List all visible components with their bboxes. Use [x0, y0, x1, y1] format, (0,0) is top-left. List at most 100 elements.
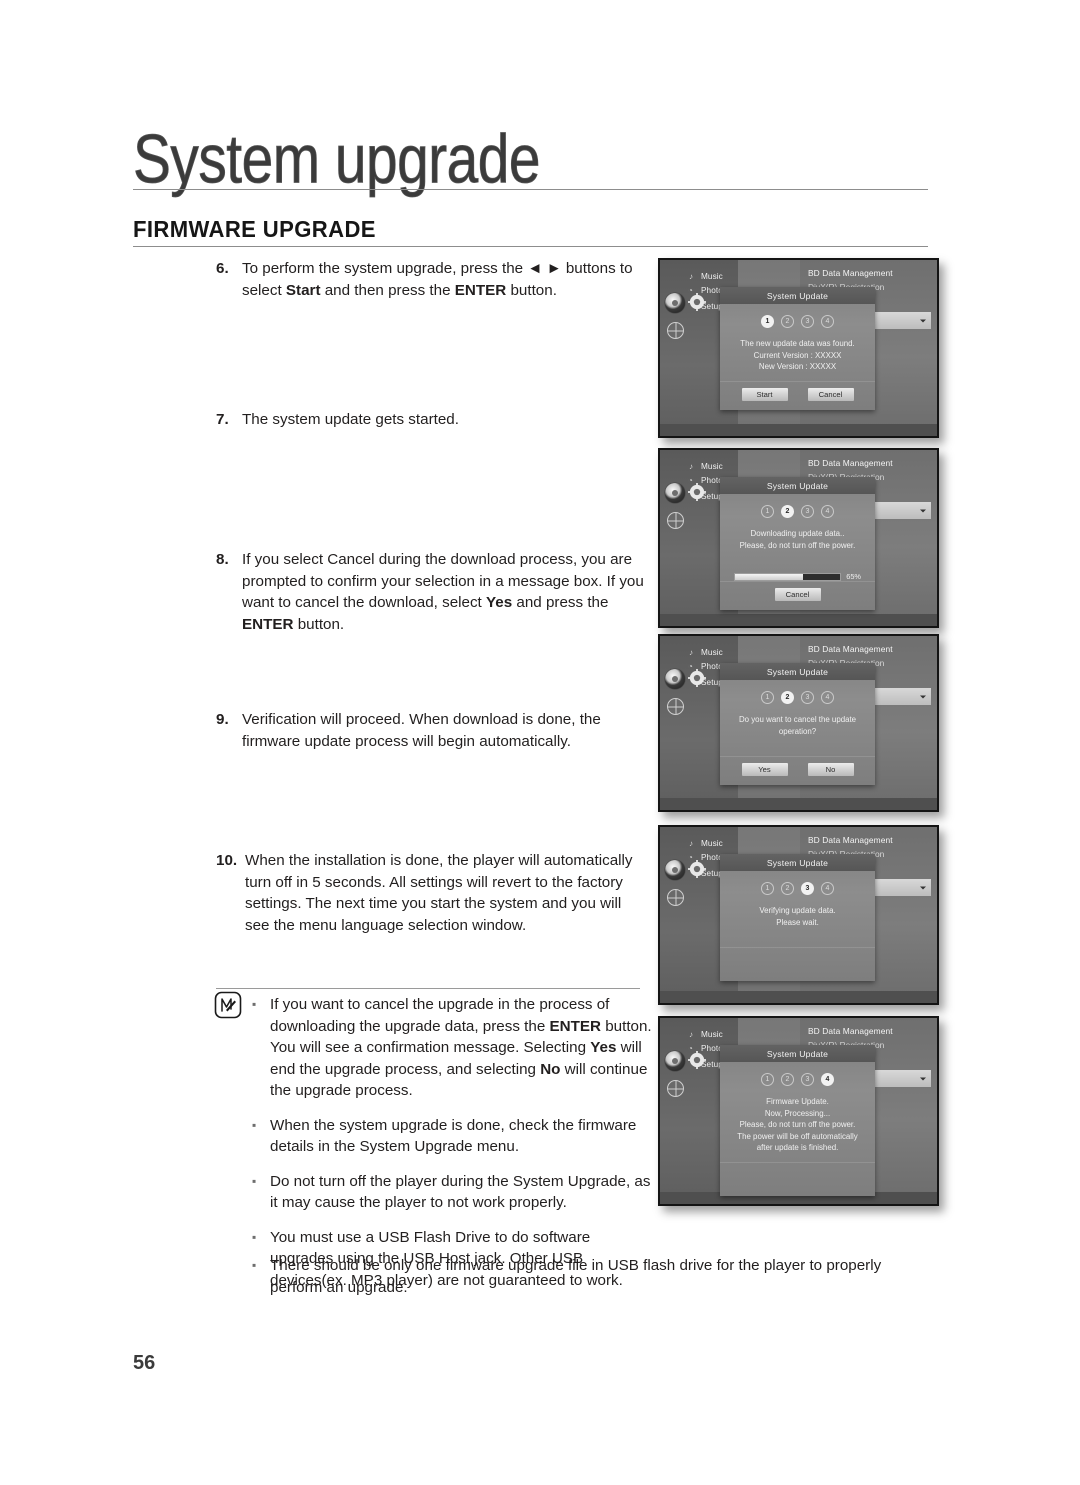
step-dot-1: 1: [761, 315, 774, 328]
system-update-dialog: System Update 1 2 3 4 Downloading update data…: [720, 477, 875, 610]
panel-item-bd-data-management[interactable]: BD Data Management: [808, 268, 893, 278]
globe-icon[interactable]: [667, 1080, 684, 1097]
start-button[interactable]: Start: [741, 387, 788, 401]
tv-bottom-strip: [660, 614, 937, 626]
music-note-icon: ♪: [689, 648, 693, 657]
note-item: ▪ Do not turn off the player during the S…: [252, 1171, 652, 1214]
dialog-buttons: Yes No: [720, 756, 875, 785]
cancel-button[interactable]: Cancel: [774, 588, 821, 601]
disc-icon[interactable]: [665, 860, 685, 880]
disc-icon[interactable]: [665, 483, 685, 503]
download-progress: 65%: [720, 570, 875, 581]
step-dot-3: 3: [801, 691, 814, 704]
gear-icon[interactable]: [688, 1051, 706, 1069]
dialog-buttons: Start Cancel: [720, 380, 875, 410]
no-button[interactable]: No: [807, 763, 854, 776]
screenshot-system-update-found: MusicPhotoSetup♪◔BD Data ManagementDivX(…: [658, 258, 939, 438]
gear-icon[interactable]: [688, 483, 706, 501]
page-number: 56: [133, 1352, 156, 1374]
tv-bottom-strip: [660, 424, 937, 436]
music-note-icon: ♪: [689, 1030, 693, 1039]
bullet-icon: ▪: [252, 1258, 257, 1272]
step-text: The system update gets started.: [242, 411, 459, 428]
yes-button[interactable]: Yes: [741, 763, 788, 776]
step-number: 7.: [216, 411, 229, 428]
progress-bar-track: [734, 572, 842, 581]
memo-note-icon: [213, 990, 243, 1020]
title-divider: [133, 189, 928, 190]
step-number: 6.: [216, 260, 229, 277]
section-heading: FIRMWARE UPGRADE: [133, 216, 376, 242]
step-text: When the installation is done, the playe…: [245, 852, 633, 934]
step-dot-3: 3: [801, 315, 814, 328]
globe-icon[interactable]: [667, 698, 684, 715]
step-dot-3: 3: [801, 882, 814, 895]
globe-icon[interactable]: [667, 889, 684, 906]
disc-icon[interactable]: [665, 1051, 685, 1071]
dialog-title: System Update: [720, 477, 875, 494]
panel-item-bd-data-management[interactable]: BD Data Management: [808, 835, 893, 845]
step-dot-4: 4: [821, 882, 834, 895]
screenshot-system-update-cancel-confirm: MusicPhotoSetup♪◔BD Data ManagementDivX(…: [658, 634, 939, 812]
screenshot-system-update-processing: MusicPhotoSetup♪◔BD Data ManagementDivX(…: [658, 1016, 939, 1206]
panel-item-bd-data-management[interactable]: BD Data Management: [808, 458, 893, 468]
tv-menu-item-music[interactable]: Music: [701, 462, 723, 471]
step-number: 8.: [216, 551, 229, 568]
manual-page: System upgrade FIRMWARE UPGRADE 6. To pe…: [0, 0, 1080, 1485]
step-text: Verification will proceed. When download…: [242, 711, 601, 750]
tv-menu-item-music[interactable]: Music: [701, 839, 723, 848]
gear-icon[interactable]: [688, 669, 706, 687]
page-title: System upgrade: [133, 121, 541, 198]
progress-bar-fill: [735, 573, 804, 580]
step-dot-2: 2: [781, 315, 794, 328]
step-dot-1: 1: [761, 691, 774, 704]
dialog-title: System Update: [720, 663, 875, 680]
step-dot-3: 3: [801, 1073, 814, 1086]
step-dot-4: 4: [821, 315, 834, 328]
bullet-icon: ▪: [252, 997, 257, 1011]
step-text: To perform the system upgrade, press the…: [242, 260, 633, 299]
disc-icon[interactable]: [665, 293, 685, 313]
globe-icon[interactable]: [667, 322, 684, 339]
notes-list-wide: ▪ There should be only one firmware upgra…: [252, 1255, 917, 1311]
dialog-buttons: [720, 1161, 875, 1196]
music-note-icon: ♪: [689, 462, 693, 471]
gear-icon[interactable]: [688, 860, 706, 878]
gear-icon[interactable]: [688, 293, 706, 311]
dialog-buttons: [720, 947, 875, 981]
panel-item-bd-data-management[interactable]: BD Data Management: [808, 644, 893, 654]
tv-bottom-strip: [660, 991, 937, 1003]
globe-icon[interactable]: [667, 512, 684, 529]
step-dot-2: 2: [781, 505, 794, 518]
panel-item-bd-data-management[interactable]: BD Data Management: [808, 1026, 893, 1036]
step-dot-1: 1: [761, 1073, 774, 1086]
system-update-dialog: System Update 1 2 3 4 Firmware Update. Now, Pr…: [720, 1045, 875, 1196]
step-dot-2: 2: [781, 882, 794, 895]
step-dot-1: 1: [761, 505, 774, 518]
step-item-9: 9. Verification will proceed. When downl…: [216, 709, 646, 752]
step-dot-4: 4: [821, 1073, 834, 1086]
note-text: When the system upgrade is done, check t…: [270, 1116, 637, 1156]
step-item-6: 6. To perform the system upgrade, press …: [216, 258, 646, 301]
tv-menu-item-music[interactable]: Music: [701, 1030, 723, 1039]
dialog-buttons: Cancel: [720, 581, 875, 610]
system-update-dialog: System Update 1 2 3 4 Do you want to cancel t…: [720, 663, 875, 785]
tv-menu-item-music[interactable]: Music: [701, 648, 723, 657]
dialog-message: Firmware Update. Now, Processing... Please…: [737, 1097, 858, 1152]
step-dot-2: 2: [781, 691, 794, 704]
note-text: Do not turn off the player during the Sy…: [270, 1172, 651, 1212]
step-dot-2: 2: [781, 1073, 794, 1086]
disc-icon[interactable]: [665, 669, 685, 689]
screenshot-system-update-downloading: MusicPhotoSetup♪◔BD Data ManagementDivX(…: [658, 448, 939, 628]
tv-menu-item-music[interactable]: Music: [701, 272, 723, 281]
dialog-message: Do you want to cancel the update operati…: [738, 715, 857, 736]
note-item: ▪ When the system upgrade is done, check …: [252, 1115, 652, 1158]
note-item: ▪ If you want to cancel the upgrade in th…: [252, 994, 652, 1102]
cancel-button[interactable]: Cancel: [807, 387, 854, 401]
dialog-step-indicator: 1234: [720, 871, 875, 899]
step-item-10: 10. When the installation is done, the p…: [216, 850, 641, 936]
section-divider: [133, 246, 928, 247]
dialog-title: System Update: [720, 854, 875, 871]
note-item: ▪ There should be only one firmware upgra…: [252, 1255, 912, 1298]
music-note-icon: ♪: [689, 272, 693, 281]
